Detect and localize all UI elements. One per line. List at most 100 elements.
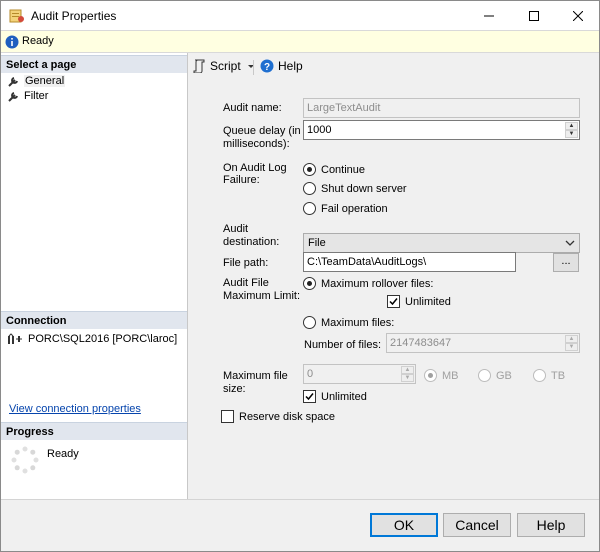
max-file-size-label-line2: size: [223,383,246,395]
progress-spinner-icon [10,445,40,475]
radio-unselected-icon [303,316,316,329]
script-icon [193,59,205,73]
dialog-button-bar: OK Cancel Help [1,499,599,551]
radio-label: TB [551,369,566,382]
radio-continue[interactable]: Continue [303,163,365,176]
server-connection-icon [8,333,22,344]
radio-label: GB [496,369,512,382]
queue-delay-stepper[interactable]: 1000 ▲ ▼ [303,120,580,140]
radio-shut-down-server[interactable]: Shut down server [303,182,407,195]
audit-name-value: LargeTextAudit [307,102,381,114]
radio-unit-gb[interactable]: GB [478,369,512,382]
chevron-down-icon [565,240,575,246]
file-path-field[interactable]: C:\TeamData\AuditLogs\ [303,252,516,272]
max-file-size-label-line1: Maximum file [223,370,288,382]
minimize-button[interactable] [466,1,512,30]
help-label: Help [278,59,303,73]
close-icon [573,10,583,21]
radio-label: Fail operation [321,202,388,215]
radio-label: Continue [321,163,366,176]
radio-unit-tb[interactable]: TB [533,369,565,382]
radio-unit-mb[interactable]: MB [424,369,459,382]
cancel-button[interactable]: Cancel [443,513,511,537]
info-icon [5,35,19,49]
select-page-header: Select a page [1,55,187,73]
connection-header: Connection [1,311,187,329]
left-pane: Select a page General Filter Connection … [1,53,188,499]
radio-selected-icon [424,369,437,382]
radio-max-files[interactable]: Maximum files: [303,316,394,329]
progress-row: Ready [10,445,180,481]
script-label: Script [210,59,241,73]
checkbox-label: Unlimited [405,295,451,308]
number-of-files-value: 2147483647 [390,337,452,349]
audit-name-label: Audit name: [223,102,282,114]
help-toolbar-button[interactable]: ? Help [260,59,303,73]
checkbox-unchecked-icon [221,410,234,423]
page-item-label: General [24,74,66,87]
checkbox-label: Unlimited [321,390,367,403]
status-strip: Ready [1,30,599,53]
audit-properties-dialog: Audit Properties Ready Select a page Gen… [0,0,600,552]
spin-down-icon[interactable]: ▼ [565,130,578,138]
rollover-unlimited-checkbox[interactable]: Unlimited [387,295,451,308]
status-text: Ready [22,35,54,47]
number-of-files-spin-buttons[interactable]: ▲ ▼ [565,335,578,351]
radio-label: MB [442,369,459,382]
ok-button[interactable]: OK [370,513,438,537]
script-button[interactable]: Script [192,59,255,73]
on-failure-label-line2: Failure: [223,174,260,186]
queue-delay-value: 1000 [307,124,332,136]
radio-selected-icon [303,163,316,176]
radio-selected-icon [303,277,316,290]
maximize-button[interactable] [511,1,557,30]
max-file-size-value: 0 [307,368,314,380]
connection-text: PORC\SQL2016 [PORC\laroc] [28,333,178,345]
reserve-disk-space-checkbox[interactable]: Reserve disk space [221,410,335,423]
spin-up-icon[interactable]: ▲ [565,122,578,130]
radio-label: Maximum files: [321,316,395,329]
audit-app-icon [9,8,25,24]
number-of-files-stepper[interactable]: 2147483647 ▲ ▼ [386,333,580,353]
queue-delay-spin-buttons[interactable]: ▲ ▼ [565,122,578,138]
browse-button[interactable]: ... [553,253,579,272]
minimize-icon [484,15,494,16]
radio-max-rollover-files[interactable]: Maximum rollover files: [303,277,433,290]
radio-label: Maximum rollover files: [321,277,434,290]
checkbox-label: Reserve disk space [239,410,335,423]
destination-label-line1: Audit [223,223,249,235]
on-failure-label-line1: On Audit Log [223,162,287,174]
radio-unselected-icon [533,369,546,382]
checkbox-checked-icon [387,295,400,308]
page-item-filter[interactable]: Filter [8,88,48,103]
progress-header: Progress [1,422,187,440]
radio-fail-operation[interactable]: Fail operation [303,202,388,215]
page-item-general[interactable]: General [8,73,66,88]
help-icon: ? [260,59,274,73]
connection-item: PORC\SQL2016 [PORC\laroc] [7,333,177,345]
toolbar: Script ? Help [189,53,599,80]
audit-destination-dropdown[interactable]: File [303,233,580,253]
number-of-files-label: Number of files: [304,339,382,351]
size-unlimited-checkbox[interactable]: Unlimited [303,390,367,403]
max-limit-label-line1: Audit File [223,277,269,289]
spin-up-icon[interactable]: ▲ [401,366,414,374]
view-connection-properties-link[interactable]: View connection properties [9,403,141,415]
destination-value: File [308,237,326,249]
close-button[interactable] [555,1,599,30]
max-limit-label-line2: Maximum Limit: [223,290,301,302]
destination-label-line2: destination: [223,236,280,248]
spin-down-icon[interactable]: ▼ [565,343,578,351]
radio-label: Shut down server [321,182,407,195]
checkbox-checked-icon [303,390,316,403]
audit-name-field[interactable]: LargeTextAudit [303,98,580,118]
help-button[interactable]: Help [517,513,585,537]
spin-down-icon[interactable]: ▼ [401,374,414,382]
spin-up-icon[interactable]: ▲ [565,335,578,343]
toolbar-separator [253,60,254,75]
file-path-value: C:\TeamData\AuditLogs\ [307,256,427,268]
max-file-size-stepper[interactable]: 0 ▲ ▼ [303,364,416,384]
max-file-size-spin-buttons[interactable]: ▲ ▼ [401,366,414,382]
wrench-icon [8,91,18,102]
maximize-icon [529,10,539,21]
